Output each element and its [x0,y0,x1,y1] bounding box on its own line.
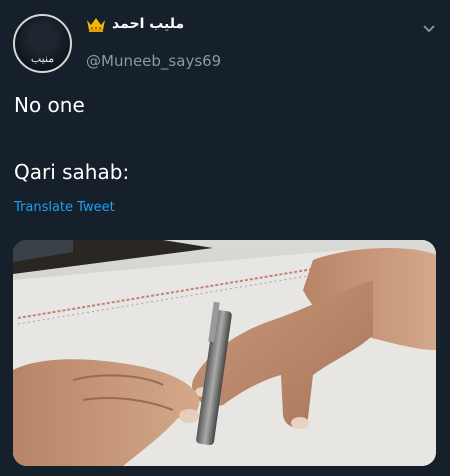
tweet-text-line-2: Qari sahab: [14,160,130,184]
photo-hands-pen [13,240,436,466]
tweet-text-line-1: No one [14,93,85,117]
avatar-figure [33,24,55,50]
display-name-row[interactable]: مليب احمد [86,16,184,32]
chevron-down-icon[interactable] [422,22,436,36]
avatar-text: منيب [30,52,55,65]
crown-icon [87,18,105,32]
translate-tweet-link[interactable]: Translate Tweet [14,200,115,215]
user-handle[interactable]: @Muneeb_says69 [86,52,221,70]
avatar[interactable]: منيب [13,14,72,73]
tweet-media-image[interactable] [13,240,436,466]
display-name[interactable]: مليب احمد [112,16,184,32]
